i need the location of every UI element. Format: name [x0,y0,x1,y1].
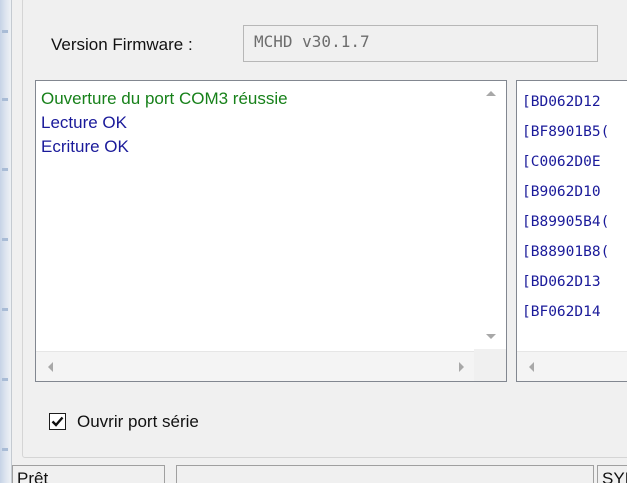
hex-line[interactable]: [C0062D0E [522,147,609,177]
hex-horizontal-scrollbar[interactable] [517,351,627,381]
hex-lines: [BD062D12 [BF8901B5([C0062D0E [B9062D10 [B8… [522,87,609,327]
scrollbar-corner [474,349,506,381]
checkbox-box[interactable] [49,413,66,430]
status-bar: Prêt SYI [12,462,627,483]
hex-line[interactable]: [BF062D14 [522,297,609,327]
log-line[interactable]: Ecriture OK [41,135,288,159]
scroll-up-arrow-icon[interactable] [486,91,496,96]
log-line[interactable]: Ouverture du port COM3 réussie [41,87,288,111]
scroll-right-arrow-icon[interactable] [459,362,464,372]
hex-line[interactable]: [BD062D13 [522,267,609,297]
scroll-left-arrow-icon[interactable] [529,362,534,372]
log-list-box[interactable]: Ouverture du port COM3 réussie Lecture OK… [35,80,507,382]
hex-line[interactable]: [B88901B8( [522,237,609,267]
firmware-version-field: MCHD v30.1.7 [243,25,598,62]
hex-line[interactable]: [B9062D10 [522,177,609,207]
scroll-left-arrow-icon[interactable] [48,362,53,372]
status-pane-middle [176,465,594,483]
log-vertical-scrollbar[interactable] [476,81,506,351]
status-pane-right: SYI [597,465,627,483]
hex-line[interactable]: [B89905B4( [522,207,609,237]
scroll-down-arrow-icon[interactable] [486,334,496,339]
hex-line[interactable]: [BF8901B5( [522,117,609,147]
log-lines: Ouverture du port COM3 réussie Lecture OK… [41,87,288,159]
checkbox-label: Ouvrir port série [77,412,199,431]
log-horizontal-scrollbar[interactable] [36,351,476,381]
status-pane-state: Prêt [12,465,165,483]
hex-list-box[interactable]: [BD062D12 [BF8901B5([C0062D0E [B9062D10 [B8… [516,80,627,382]
checkmark-icon [51,416,64,427]
window-left-edge [0,0,12,483]
hex-line[interactable]: [BD062D12 [522,87,609,117]
firmware-version-label: Version Firmware : [51,35,193,54]
log-line[interactable]: Lecture OK [41,111,288,135]
